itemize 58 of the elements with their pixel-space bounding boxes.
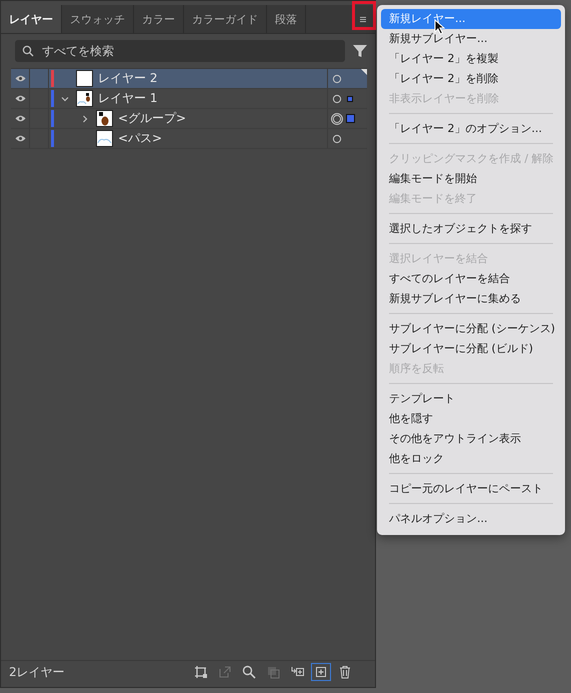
menu-icon bbox=[360, 14, 366, 24]
filter-icon[interactable] bbox=[353, 44, 367, 58]
menu-item[interactable]: 「レイヤー 2」を削除 bbox=[381, 69, 561, 89]
caret-icon[interactable] bbox=[81, 114, 89, 122]
menu-item[interactable]: 他をロック bbox=[381, 449, 561, 469]
menu-item[interactable]: 選択したオブジェクトを探す bbox=[381, 219, 561, 239]
selection-indicator[interactable] bbox=[346, 114, 354, 123]
layer-thumbnail bbox=[76, 90, 93, 107]
new-button[interactable] bbox=[311, 663, 331, 681]
eye-icon[interactable] bbox=[14, 75, 26, 82]
caret-icon[interactable] bbox=[61, 94, 69, 102]
layer-thumbnail bbox=[76, 70, 93, 87]
menu-item[interactable]: 編集モードを開始 bbox=[381, 169, 561, 189]
menu-item[interactable]: 新規サブレイヤーに集める bbox=[381, 289, 561, 309]
layer-name: <グループ> bbox=[118, 110, 186, 127]
eye-icon[interactable] bbox=[14, 135, 26, 142]
menu-item[interactable]: コピー元のレイヤーにペースト bbox=[381, 479, 561, 499]
search-icon bbox=[22, 45, 34, 57]
layer-row[interactable]: <パス> bbox=[11, 129, 367, 149]
target-icon[interactable] bbox=[331, 112, 343, 124]
layer-row[interactable]: レイヤー 2 bbox=[11, 69, 367, 89]
panel-tab[interactable]: レイヤー bbox=[1, 5, 62, 33]
menu-item[interactable]: 新規サブレイヤー... bbox=[381, 29, 561, 49]
new-icon bbox=[314, 665, 328, 679]
export-icon bbox=[218, 665, 232, 679]
mask-icon bbox=[266, 665, 280, 679]
eye-icon[interactable] bbox=[14, 115, 26, 122]
menu-item[interactable]: 「レイヤー 2」を複製 bbox=[381, 49, 561, 69]
artboard-icon bbox=[194, 665, 208, 679]
menu-item[interactable]: 他を隠す bbox=[381, 409, 561, 429]
sublayer-icon bbox=[290, 665, 304, 679]
menu-item[interactable]: 新規レイヤー... bbox=[381, 9, 561, 29]
corner-mark-icon bbox=[361, 69, 367, 75]
menu-item[interactable]: すべてのレイヤーを結合 bbox=[381, 269, 561, 289]
selection-indicator[interactable] bbox=[347, 96, 353, 102]
layer-color-bar bbox=[51, 110, 54, 127]
layer-row[interactable]: レイヤー 1 bbox=[11, 89, 367, 109]
menu-item[interactable]: テンプレート bbox=[381, 389, 561, 409]
layer-color-bar bbox=[51, 130, 54, 147]
search-field[interactable]: すべてを検索 bbox=[15, 40, 345, 62]
menu-item[interactable]: サブレイヤーに分配 (ビルド) bbox=[381, 339, 561, 359]
target-icon[interactable] bbox=[331, 92, 343, 104]
layer-thumbnail bbox=[96, 130, 113, 147]
layer-thumbnail bbox=[96, 110, 113, 127]
layer-name: レイヤー 2 bbox=[98, 70, 158, 87]
layer-count: 2レイヤー bbox=[9, 664, 65, 680]
menu-item[interactable]: サブレイヤーに分配 (シーケンス) bbox=[381, 319, 561, 339]
target-icon[interactable] bbox=[331, 72, 343, 84]
layer-name: レイヤー 1 bbox=[98, 90, 158, 107]
search-icon bbox=[242, 665, 256, 679]
menu-item[interactable]: パネルオプション... bbox=[381, 509, 561, 529]
layer-name: <パス> bbox=[118, 130, 162, 147]
target-icon[interactable] bbox=[331, 132, 343, 144]
trash-icon bbox=[338, 665, 352, 679]
menu-item[interactable]: 「レイヤー 2」のオプション... bbox=[381, 119, 561, 139]
layer-row[interactable]: <グループ> bbox=[11, 109, 367, 129]
menu-item[interactable]: その他をアウトライン表示 bbox=[381, 429, 561, 449]
eye-icon[interactable] bbox=[14, 95, 26, 102]
